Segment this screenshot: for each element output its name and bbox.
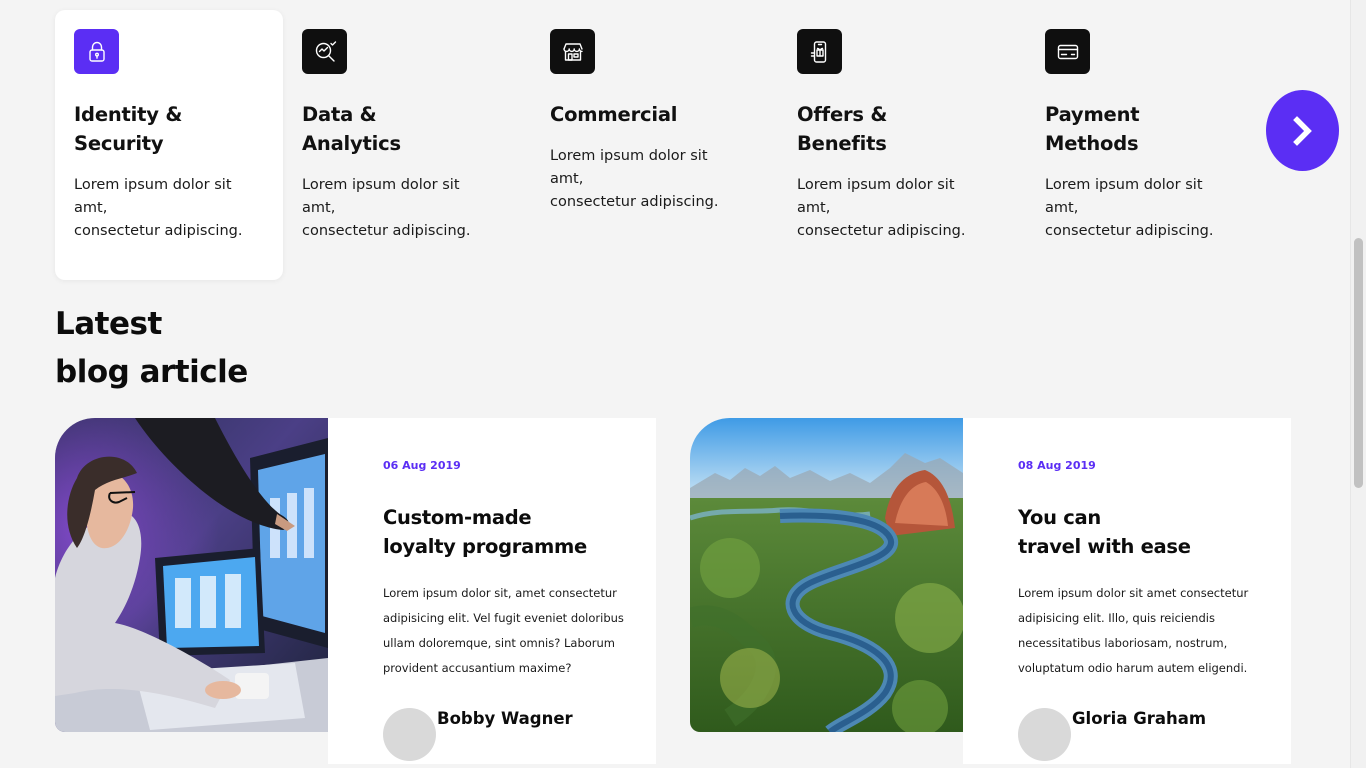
vertical-scrollbar[interactable] — [1350, 0, 1366, 768]
feature-card-commercial[interactable]: Commercial Lorem ipsum dolor sit amt, co… — [531, 10, 759, 280]
author-name: Gloria Graham — [1072, 709, 1207, 728]
feature-description: Lorem ipsum dolor sit amt, consectetur a… — [550, 148, 719, 210]
mobile-offer-icon — [797, 29, 842, 74]
blog-card[interactable]: 06 Aug 2019 Custom-made loyalty programm… — [55, 418, 656, 764]
feature-title: Payment Methods — [1045, 103, 1140, 155]
blog-card[interactable]: 08 Aug 2019 You can travel with ease Lor… — [690, 418, 1291, 764]
scrollbar-thumb[interactable] — [1354, 238, 1363, 488]
carousel-next-button[interactable] — [1266, 90, 1339, 171]
credit-card-icon — [1045, 29, 1090, 74]
feature-card-data-analytics[interactable]: Data & Analytics Lorem ipsum dolor sit a… — [283, 10, 511, 280]
feature-carousel: Identity & Security Lorem ipsum dolor si… — [55, 10, 1255, 280]
article-date: 08 Aug 2019 — [1018, 459, 1096, 472]
blog-card-body: 06 Aug 2019 Custom-made loyalty programm… — [328, 418, 656, 764]
feature-title: Identity & Security — [74, 103, 183, 155]
feature-title: Data & Analytics — [302, 103, 401, 155]
avatar — [1018, 708, 1071, 761]
blog-card-body: 08 Aug 2019 You can travel with ease Lor… — [963, 418, 1291, 764]
padlock-icon — [74, 29, 119, 74]
avatar — [383, 708, 436, 761]
feature-card-payment-methods[interactable]: Payment Methods Lorem ipsum dolor sit am… — [1026, 10, 1254, 280]
chevron-right-icon — [1292, 115, 1312, 146]
feature-description: Lorem ipsum dolor sit amt, consectetur a… — [302, 177, 471, 239]
river-landscape-photo[interactable] — [690, 418, 963, 732]
feature-card-identity-security[interactable]: Identity & Security Lorem ipsum dolor si… — [55, 10, 283, 280]
feature-title: Commercial — [550, 103, 678, 126]
article-title[interactable]: You can travel with ease — [1018, 503, 1261, 561]
feature-title: Offers & Benefits — [797, 103, 888, 155]
article-title[interactable]: Custom-made loyalty programme — [383, 503, 626, 561]
author-name: Bobby Wagner — [437, 709, 573, 728]
article-excerpt: Lorem ipsum dolor sit amet consectetur a… — [1018, 586, 1249, 675]
article-date: 06 Aug 2019 — [383, 459, 461, 472]
feature-description: Lorem ipsum dolor sit amt, consectetur a… — [797, 177, 966, 239]
page: Identity & Security Lorem ipsum dolor si… — [0, 0, 1350, 768]
feature-card-offers-benefits[interactable]: Offers & Benefits Lorem ipsum dolor sit … — [778, 10, 1006, 280]
storefront-icon — [550, 29, 595, 74]
woman-at-computer-photo[interactable] — [55, 418, 328, 732]
blog-section-heading: Latest blog article — [55, 306, 248, 390]
article-excerpt: Lorem ipsum dolor sit, amet consectetur … — [383, 586, 624, 675]
feature-description: Lorem ipsum dolor sit amt, consectetur a… — [1045, 177, 1214, 239]
analytics-magnifier-icon — [302, 29, 347, 74]
feature-description: Lorem ipsum dolor sit amt, consectetur a… — [74, 177, 243, 239]
